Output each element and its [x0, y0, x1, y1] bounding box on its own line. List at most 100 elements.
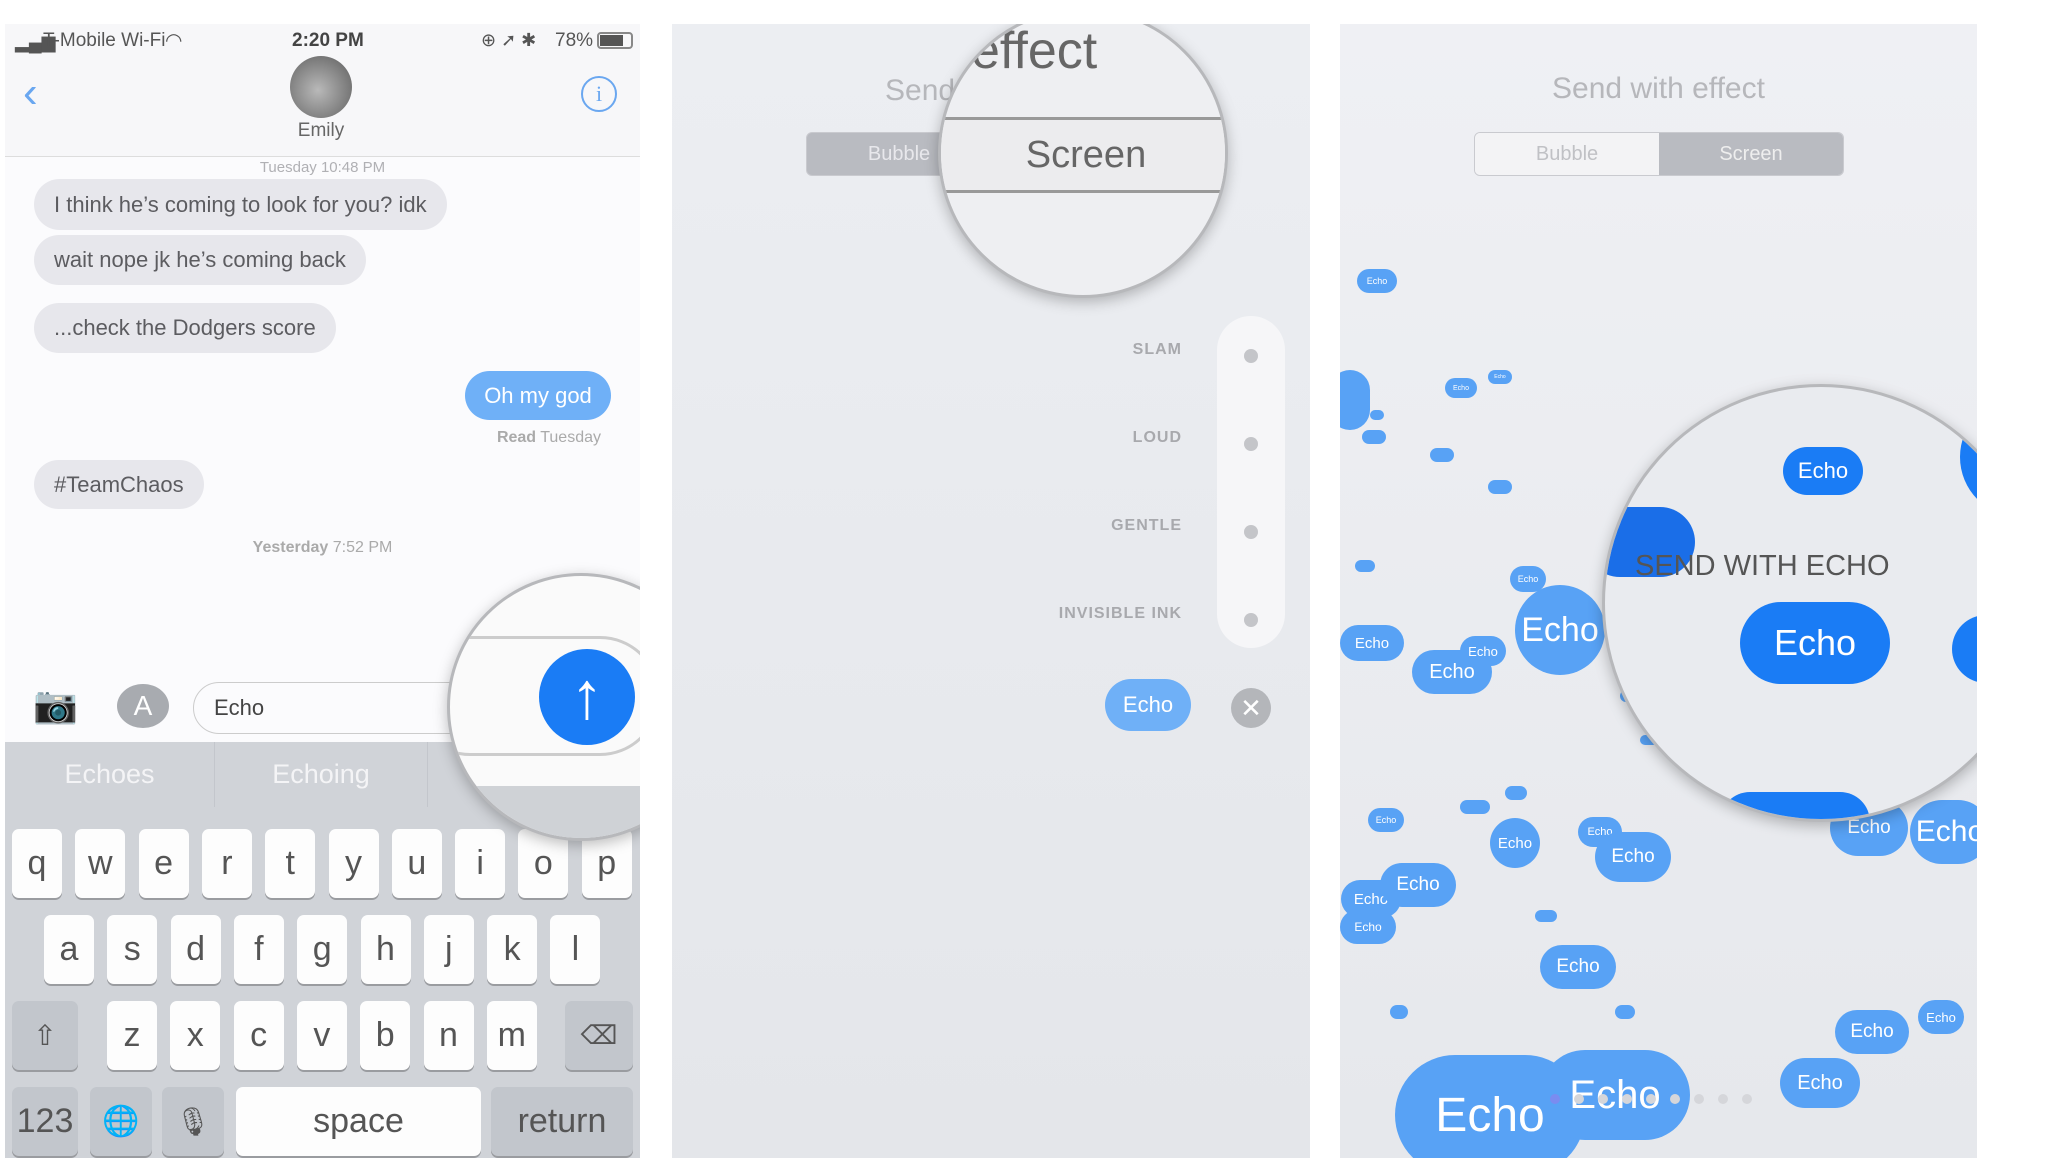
slam-dot[interactable]	[1244, 349, 1258, 363]
echo-bubble-text: Echo	[1850, 1021, 1894, 1042]
key-q[interactable]: q	[12, 829, 62, 898]
key-z[interactable]: z	[107, 1001, 157, 1070]
echo-bubble: Echo	[1595, 832, 1671, 882]
magnified-echo-bubble	[1960, 397, 1977, 517]
key-w[interactable]: w	[75, 829, 126, 898]
echo-bubble	[1390, 1005, 1408, 1019]
echo-bubble-text: Echo	[1926, 1009, 1956, 1025]
page-dot[interactable]	[1550, 1094, 1560, 1104]
echo-bubble	[1370, 410, 1384, 420]
key-e[interactable]: e	[138, 829, 189, 898]
page-dot[interactable]	[1574, 1094, 1584, 1104]
page-dot[interactable]	[1646, 1094, 1656, 1104]
echo-bubble-text: Echo	[1915, 815, 1977, 848]
echo-bubble: Echo	[1835, 1010, 1909, 1054]
page-indicator[interactable]	[1550, 1094, 1752, 1104]
message-bubble: #TeamChaos	[34, 460, 204, 509]
contact-name[interactable]: Emily	[255, 120, 387, 142]
page-dot[interactable]	[1694, 1094, 1704, 1104]
key-d[interactable]: d	[170, 915, 221, 984]
echo-bubble-text: Echo	[1494, 374, 1506, 380]
key-y[interactable]: y	[328, 829, 379, 898]
tab-screen[interactable]: Screen	[941, 117, 1225, 193]
effect-slam[interactable]: SLAM	[922, 341, 1182, 359]
read-receipt: Read Tuesday	[305, 429, 601, 447]
return-key[interactable]: return	[491, 1087, 633, 1156]
echo-bubble: Echo	[1340, 910, 1396, 944]
key-a[interactable]: a	[44, 915, 94, 984]
info-icon[interactable]: i	[581, 76, 617, 112]
camera-icon[interactable]: 📷	[33, 684, 78, 726]
page-dot[interactable]	[1622, 1094, 1632, 1104]
prediction-1[interactable]: Echoes	[5, 742, 215, 807]
microphone-icon[interactable]: 🎙	[162, 1087, 224, 1156]
back-chevron-icon[interactable]: ‹	[23, 68, 38, 118]
globe-icon[interactable]: 🌐	[90, 1087, 152, 1156]
space-key[interactable]: space	[236, 1087, 481, 1156]
page-dot[interactable]	[1718, 1094, 1728, 1104]
effect-tabs: Bubble Screen	[1474, 132, 1844, 176]
key-j[interactable]: j	[423, 915, 474, 984]
effect-slider-track[interactable]	[1217, 316, 1285, 648]
nav-bar: ▂▄▆ T-Mobile Wi-Fi ◠ 2:20 PM ⊕ ➚ ✱ 78% ‹…	[5, 24, 640, 157]
key-t[interactable]: t	[265, 829, 316, 898]
send-arrow-icon[interactable]: ↑	[1952, 615, 1977, 683]
effect-invisible-ink[interactable]: INVISIBLE INK	[922, 605, 1182, 623]
key-f[interactable]: f	[233, 915, 284, 984]
key-b[interactable]: b	[360, 1001, 411, 1070]
key-k[interactable]: k	[487, 915, 538, 984]
magnifier-send-with-echo: Echo SEND WITH ECHO Echo ↑	[1602, 384, 1977, 822]
echo-bubble-text: Echo	[1847, 817, 1891, 838]
page-dot[interactable]	[1670, 1094, 1680, 1104]
app-store-icon[interactable]: A	[117, 684, 169, 728]
key-c[interactable]: c	[233, 1001, 284, 1070]
numbers-key[interactable]: 123	[12, 1087, 78, 1156]
echo-bubble-text: Echo	[1354, 634, 1390, 652]
effect-loud[interactable]: LOUD	[922, 429, 1182, 447]
gentle-dot[interactable]	[1244, 525, 1258, 539]
key-n[interactable]: n	[423, 1001, 474, 1070]
echo-bubble-text: Echo	[1497, 834, 1533, 852]
message-bubble: ...check the Dodgers score	[34, 303, 336, 353]
tab-screen[interactable]: Screen	[1659, 133, 1843, 175]
key-v[interactable]: v	[296, 1001, 347, 1070]
echo-bubble-text: Echo	[1366, 276, 1388, 286]
key-r[interactable]: r	[201, 829, 252, 898]
send-with-echo-label: SEND WITH ECHO	[1635, 550, 1890, 582]
magnified-title: effect	[971, 24, 1098, 80]
page-dot[interactable]	[1742, 1094, 1752, 1104]
echo-bubble-text: Echo	[1517, 574, 1539, 584]
effect-gentle[interactable]: GENTLE	[922, 517, 1182, 535]
tab-bubble[interactable]: Bubble	[1475, 133, 1659, 175]
timestamp: Yesterday 7:52 PM	[5, 539, 640, 557]
magnified-keyboard	[450, 786, 640, 838]
loud-dot[interactable]	[1244, 437, 1258, 451]
key-x[interactable]: x	[170, 1001, 221, 1070]
prediction-2[interactable]: Echoing	[215, 742, 428, 807]
key-g[interactable]: g	[297, 915, 348, 984]
key-i[interactable]: i	[455, 829, 506, 898]
key-l[interactable]: l	[550, 915, 601, 984]
key-h[interactable]: h	[360, 915, 411, 984]
key-s[interactable]: s	[107, 915, 158, 984]
key-u[interactable]: u	[391, 829, 442, 898]
echo-bubble: Echo	[1918, 1000, 1964, 1034]
echo-bubble-text: Echo	[1797, 1071, 1843, 1094]
key-m[interactable]: m	[486, 1001, 537, 1070]
send-arrow-icon[interactable]: ↑	[539, 649, 635, 745]
wifi-icon: ◠	[165, 30, 183, 52]
timestamp-day: Yesterday	[252, 539, 329, 556]
backspace-icon[interactable]: ⌫	[565, 1001, 633, 1070]
echo-bubble-text: Echo	[1354, 920, 1382, 934]
shift-icon[interactable]: ⇧	[12, 1001, 78, 1070]
magnifier-screen-tab: effect Screen	[938, 24, 1228, 298]
echo-bubble: Echo	[1357, 269, 1397, 293]
page-dot[interactable]	[1598, 1094, 1608, 1104]
message-bubble-sent: Oh my god	[465, 371, 611, 420]
battery-icon	[597, 32, 633, 49]
magnified-echo-bubble: Echo	[1783, 447, 1863, 495]
avatar[interactable]	[290, 56, 352, 118]
invisible-ink-dot[interactable]	[1244, 613, 1258, 627]
close-icon[interactable]: ✕	[1231, 688, 1271, 728]
read-label: Read	[496, 429, 537, 446]
